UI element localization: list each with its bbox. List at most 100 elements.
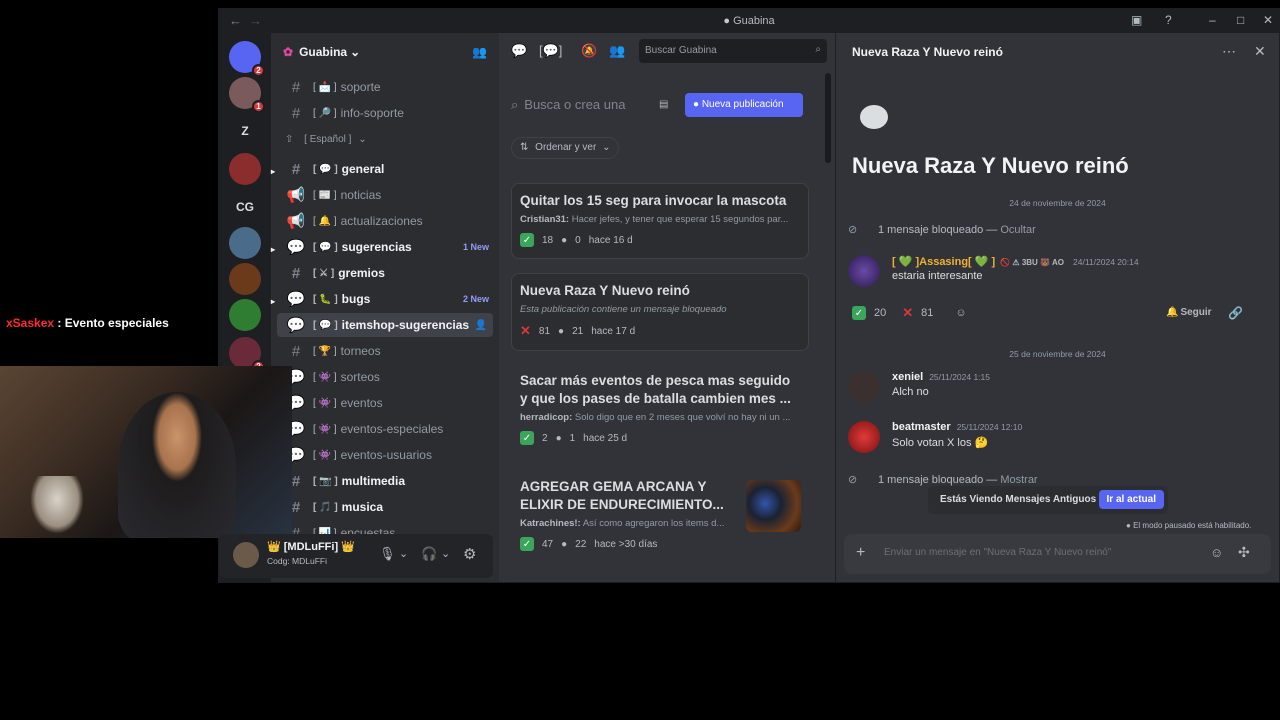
sidebar-item-torneos[interactable]: # [ 🏆 ] torneos [277,339,493,363]
apps-icon[interactable]: ✣ [1238,544,1250,561]
channel-type-icon: 💬 [286,291,306,308]
server-icon[interactable] [229,227,261,259]
channel-emoji-icon[interactable]: [💬] [539,43,562,59]
sidebar-item-bugs[interactable]: ▸ 💬 [ 🐛 ] bugs 2 New [271,287,493,311]
attach-icon[interactable]: ▤ [659,99,668,110]
message-input[interactable]: Enviar un mensaje en "Nueva Raza Y Nuevo… [884,547,1111,558]
emoji-icon[interactable]: ☺ [1210,545,1223,560]
avatar[interactable] [848,255,880,287]
x-reaction-icon[interactable]: ✕ [520,323,531,339]
sidebar-item-noticias[interactable]: 📢 [ 📰 ] noticias [277,183,493,207]
chevron-down-icon[interactable]: ⌄ [441,547,450,560]
add-reaction-icon[interactable]: ☺ [955,307,966,319]
check-reaction-icon[interactable]: ✓ [520,233,534,247]
user-panel: 👑 [MDLuFFi] 👑 Codg: MDLuFFi 🎙 ⌄ 🎧 ⌄ ⚙ [219,534,493,578]
chevron-down-icon: ⌄ [350,45,361,59]
category-espanol[interactable]: ⇧ [ Español ] ⌄ [285,134,367,145]
sidebar-item-sugerencias[interactable]: ▸ 💬 [ 💬 ] sugerencias 1 New [271,235,493,259]
server-icon[interactable] [229,299,261,331]
sidebar-item-info-soporte[interactable]: # [ 🔎 ] info-soporte [277,101,493,125]
check-reaction-icon[interactable]: ✓ [520,431,534,445]
server-icon[interactable]: Z [229,115,261,147]
follow-button[interactable]: 🔔 Seguir [1166,307,1212,318]
post-thumbnail[interactable] [746,480,801,532]
sidebar-item-sorteos[interactable]: 💬[ 👾 ] sorteos [277,365,493,389]
help-icon[interactable]: ? [1165,13,1172,27]
sidebar-item-musica[interactable]: #[ 🎵 ] musica [277,495,493,519]
channel-type-icon: # [291,160,301,178]
post-search-input[interactable]: ⌕ Busca o crea una [511,91,661,119]
sidebar-item-multimedia[interactable]: #[ 📷 ] multimedia [277,469,493,493]
more-options-icon[interactable]: ⋯ [1222,43,1236,60]
server-icon[interactable]: 2 [229,337,265,373]
forum-post[interactable]: Quitar los 15 seg para invocar la mascot… [511,183,809,259]
close-window-icon[interactable]: ✕ [1263,13,1273,27]
threads-icon[interactable]: 💬 [511,43,527,59]
x-reaction-icon[interactable]: ✕ [902,305,913,321]
thread-title: Nueva Raza Y Nuevo reinó [852,153,1129,178]
check-reaction-icon[interactable]: ✓ [520,537,534,551]
server-header[interactable]: ✿ Guabina ⌄ 👥 [271,33,499,71]
notifications-muted-icon[interactable]: 🔕 [581,43,597,59]
server-icon[interactable]: 2 [229,41,265,77]
forum-post[interactable]: Sacar más eventos de pesca mas seguido y… [511,363,809,459]
settings-gear-icon[interactable]: ⚙ [463,545,476,563]
server-icon[interactable]: 1 [229,77,265,113]
sidebar-item-eventos[interactable]: 💬[ 👾 ] eventos [277,391,493,415]
channel-type-icon: # [291,342,301,360]
author-name[interactable]: beatmaster [892,421,951,433]
date-divider: 24 de noviembre de 2024 [1009,198,1106,208]
sort-button[interactable]: ⇅ Ordenar y ver ⌄ [511,137,620,159]
close-thread-icon[interactable]: ✕ [1254,43,1266,60]
avatar[interactable] [233,542,259,568]
server-icon[interactable] [229,153,261,185]
plus-icon[interactable]: + [856,544,865,562]
expand-arrow-icon[interactable]: ▸ [271,297,275,306]
headphones-icon[interactable]: 🎧 [421,546,437,562]
author-name[interactable]: [ 💚 ]Assasing[ 💚 ] [892,256,995,268]
show-link[interactable]: Mostrar [1000,474,1037,486]
invite-icon[interactable]: 👤 [475,320,487,331]
sidebar-item-itemshop-sugerencias[interactable]: 💬 [ 💬 ] itemshop-sugerencias 👤 [277,313,493,337]
inbox-icon[interactable]: ▣ [1131,13,1142,27]
avatar[interactable] [848,371,880,403]
maximize-icon[interactable]: □ [1237,13,1244,27]
post-author: Cristian31: [520,214,570,225]
sidebar-item-eventos-especiales[interactable]: 💬[ 👾 ] eventos-especiales [277,417,493,441]
sidebar-item-gremios[interactable]: # [ ⚔ ] gremios [277,261,493,285]
forum-post[interactable]: AGREGAR GEMA ARCANA Y ELIXIR DE ENDURECI… [511,469,746,559]
scrollbar[interactable] [825,73,831,163]
server-search-input[interactable]: Buscar Guabina ⌕ [639,39,827,63]
forum-post[interactable]: Nueva Raza Y Nuevo reinó Esta publicación… [511,273,809,351]
author-name[interactable]: xeniel [892,371,923,383]
channel-type-icon: # [291,264,301,282]
post-preview-text: Solo digo que en 2 meses que volví no ha… [574,412,791,423]
minimize-icon[interactable]: – [1209,13,1216,27]
jump-to-present-button[interactable]: Ir al actual [1098,490,1164,509]
member-list-icon[interactable]: 👥 [609,43,625,59]
add-member-icon[interactable]: 👥 [472,45,487,59]
post-preview: Katrachines!: Así como agregaron los ite… [520,518,737,529]
microphone-icon[interactable]: 🎙 [379,546,396,562]
server-icon[interactable]: CG [229,191,261,223]
check-reaction-icon[interactable]: ✓ [852,306,866,320]
sidebar-item-soporte[interactable]: # [ 📩 ] soporte [277,75,493,99]
sidebar-item-general[interactable]: ▸ # [ 💬 ] general [271,157,493,181]
channel-type-icon: 💬 [286,317,306,334]
expand-arrow-icon[interactable]: ▸ [271,167,275,176]
sidebar-item-actualizaciones[interactable]: 📢 [ 🔔 ] actualizaciones [277,209,493,233]
sidebar-item-eventos-usuarios[interactable]: 💬[ 👾 ] eventos-usuarios [277,443,493,467]
new-post-button[interactable]: ● Nueva publicación [685,93,803,117]
hide-link[interactable]: Ocultar [1000,224,1035,236]
chevron-down-icon[interactable]: ⌄ [399,547,408,560]
link-icon[interactable]: 🔗 [1228,306,1243,320]
channel-name: sorteos [340,370,380,384]
avatar[interactable] [848,421,880,453]
chat-bubble-icon: ● [693,99,700,110]
post-stats: ✓ 2 ● 1 hace 25 d [520,431,800,445]
pause-icon: ● [1126,521,1131,530]
expand-arrow-icon[interactable]: ▸ [271,245,275,254]
reaction-count: 81 [538,325,551,337]
channel-emoji: [ 💬 ] [313,319,338,331]
server-icon[interactable] [229,263,261,295]
